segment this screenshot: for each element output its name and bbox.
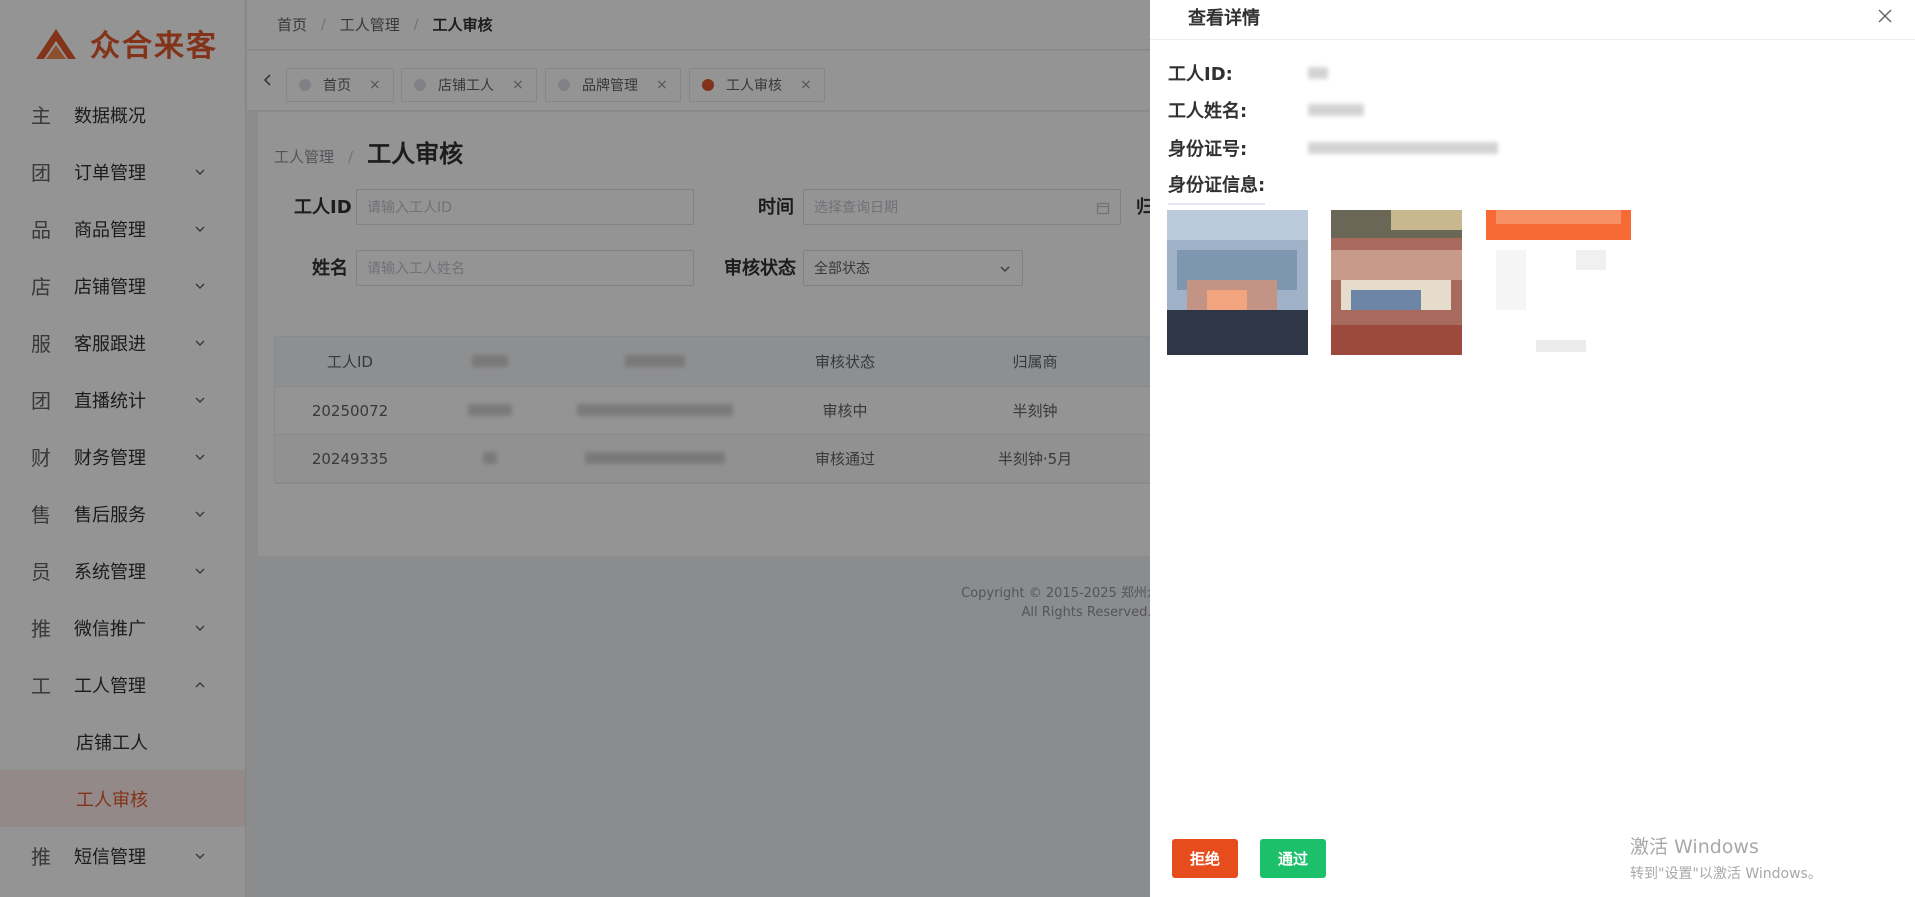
worker-name-value: [1308, 104, 1364, 116]
worker-id-label: 工人ID:: [1168, 64, 1233, 85]
pass-button[interactable]: 通过: [1260, 839, 1326, 878]
reject-button[interactable]: 拒绝: [1172, 839, 1238, 878]
drawer-title: 查看详情: [1188, 8, 1260, 29]
id-photo-image[interactable]: [1486, 210, 1631, 355]
id-info-label: 身份证信息:: [1168, 171, 1266, 205]
windows-activation-watermark: 激活 Windows 转到"设置"以激活 Windows。: [1630, 832, 1822, 883]
id-number-value: [1308, 142, 1498, 154]
id-number-row: 身份证号:: [1168, 135, 1498, 161]
close-icon[interactable]: [1877, 8, 1893, 24]
detail-drawer: 查看详情 工人ID: 工人姓名: 身份证号: 身份证信息: 拒绝 通过 激活 W…: [1150, 0, 1915, 897]
worker-name-row: 工人姓名:: [1168, 97, 1364, 123]
id-card-front-image[interactable]: [1167, 210, 1308, 355]
worker-id-value: [1308, 67, 1328, 79]
worker-name-label: 工人姓名:: [1168, 101, 1248, 122]
modal-overlay[interactable]: [0, 0, 1150, 897]
watermark-subtitle: 转到"设置"以激活 Windows。: [1630, 866, 1822, 882]
worker-id-row: 工人ID:: [1168, 60, 1328, 86]
id-card-back-image[interactable]: [1331, 210, 1462, 355]
drawer-header: 查看详情: [1150, 0, 1915, 40]
watermark-title: 激活 Windows: [1630, 836, 1759, 858]
id-number-label: 身份证号:: [1168, 139, 1248, 160]
